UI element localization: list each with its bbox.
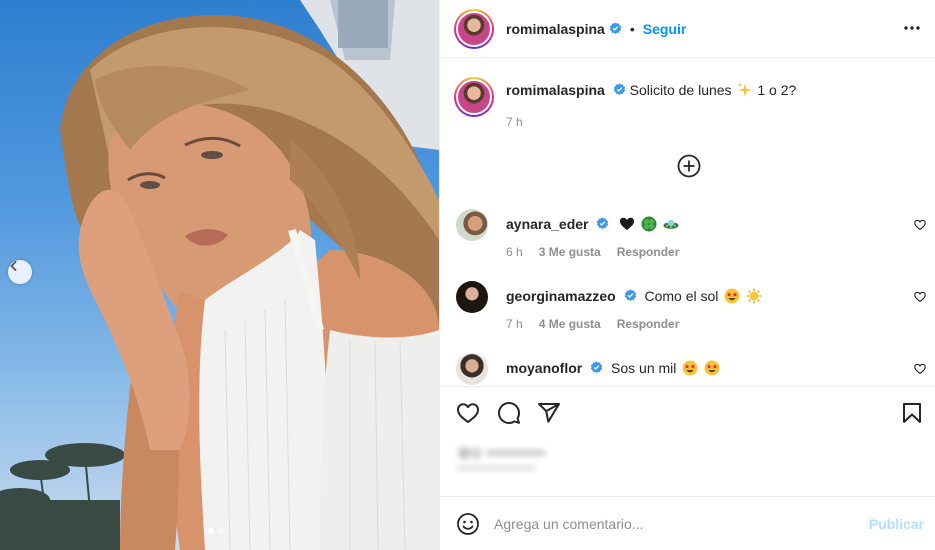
flying-saucer-icon — [663, 220, 679, 229]
post-panel: romimalaspina • Seguir romimalaspina Sol… — [439, 0, 935, 550]
verified-badge-icon — [590, 361, 603, 373]
post-image — [0, 0, 439, 550]
carousel-dot-active — [208, 528, 214, 534]
comment-item: aynara_eder 6 h 3 Me gusta Responder — [440, 209, 935, 269]
commenter-username[interactable]: aynara_eder — [506, 216, 589, 232]
publish-button[interactable]: Publicar — [869, 516, 924, 532]
caption-suffix: 1 o 2? — [757, 82, 797, 98]
comment-input[interactable] — [494, 515, 854, 532]
comment-icon[interactable] — [497, 401, 521, 425]
comment-text: Sos un mil — [611, 360, 677, 376]
comment-item: moyanoflor Sos un mil — [440, 353, 935, 386]
post-photo[interactable] — [0, 0, 439, 550]
heart-icon[interactable] — [914, 291, 926, 303]
comment-likes[interactable]: 4 Me gusta — [539, 317, 601, 331]
comment-likes[interactable]: 3 Me gusta — [539, 245, 601, 259]
reply-button[interactable]: Responder — [617, 245, 680, 259]
chevron-left-icon — [10, 261, 17, 271]
post-actions — [440, 386, 935, 496]
verified-badge-icon — [609, 22, 622, 34]
share-icon[interactable] — [537, 401, 561, 425]
load-more-comments-icon[interactable] — [677, 154, 701, 178]
sun-icon — [746, 288, 762, 304]
caption-text: Solicito de lunes — [629, 82, 732, 98]
heart-icon[interactable] — [914, 219, 926, 231]
comment-text: Como el sol — [644, 288, 719, 304]
author-avatar[interactable] — [454, 8, 494, 49]
likes-summary-blurred — [456, 447, 546, 471]
comment-item: georginamazzeo Como el sol 7 h 4 Me gust… — [440, 281, 935, 341]
star-struck-icon — [724, 288, 740, 304]
commenter-avatar[interactable] — [456, 353, 488, 385]
four-leaf-clover-icon — [641, 216, 657, 232]
star-struck-icon — [704, 360, 720, 376]
commenter-username[interactable]: moyanoflor — [506, 360, 582, 376]
bookmark-icon[interactable] — [900, 401, 924, 425]
caption-time: 7 h — [506, 115, 523, 129]
star-struck-icon — [682, 360, 698, 376]
comment-time[interactable]: 7 h — [506, 317, 523, 331]
verified-badge-icon — [624, 289, 636, 301]
carousel-dot — [218, 528, 224, 534]
commenter-avatar[interactable] — [456, 209, 488, 241]
emoji-icon[interactable] — [456, 512, 480, 536]
author-username[interactable]: romimalaspina — [506, 21, 605, 37]
comments-section[interactable]: romimalaspina Solicito de lunes 1 o 2? 7… — [440, 59, 935, 386]
caption-username[interactable]: romimalaspina — [506, 82, 605, 98]
separator-dot: • — [629, 20, 635, 37]
commenter-avatar[interactable] — [456, 281, 488, 313]
carousel-prev-button[interactable] — [8, 260, 32, 284]
sparkles-icon — [738, 83, 753, 97]
verified-badge-icon — [597, 217, 609, 229]
comment-time[interactable]: 6 h — [506, 245, 523, 259]
commenter-username[interactable]: georginamazzeo — [506, 288, 616, 304]
carousel-indicator — [208, 528, 224, 534]
post-caption: romimalaspina Solicito de lunes 1 o 2? 7… — [454, 77, 797, 129]
reply-button[interactable]: Responder — [617, 317, 680, 331]
verified-badge-icon — [613, 83, 625, 95]
more-options-icon[interactable] — [902, 18, 922, 38]
like-heart-icon[interactable] — [456, 401, 480, 425]
black-heart-icon — [620, 217, 635, 230]
post-header: romimalaspina • Seguir — [440, 0, 935, 58]
caption-author-avatar[interactable] — [454, 77, 494, 117]
heart-icon[interactable] — [914, 363, 926, 375]
add-comment-bar: Publicar — [440, 496, 935, 550]
follow-button[interactable]: Seguir — [643, 21, 687, 37]
